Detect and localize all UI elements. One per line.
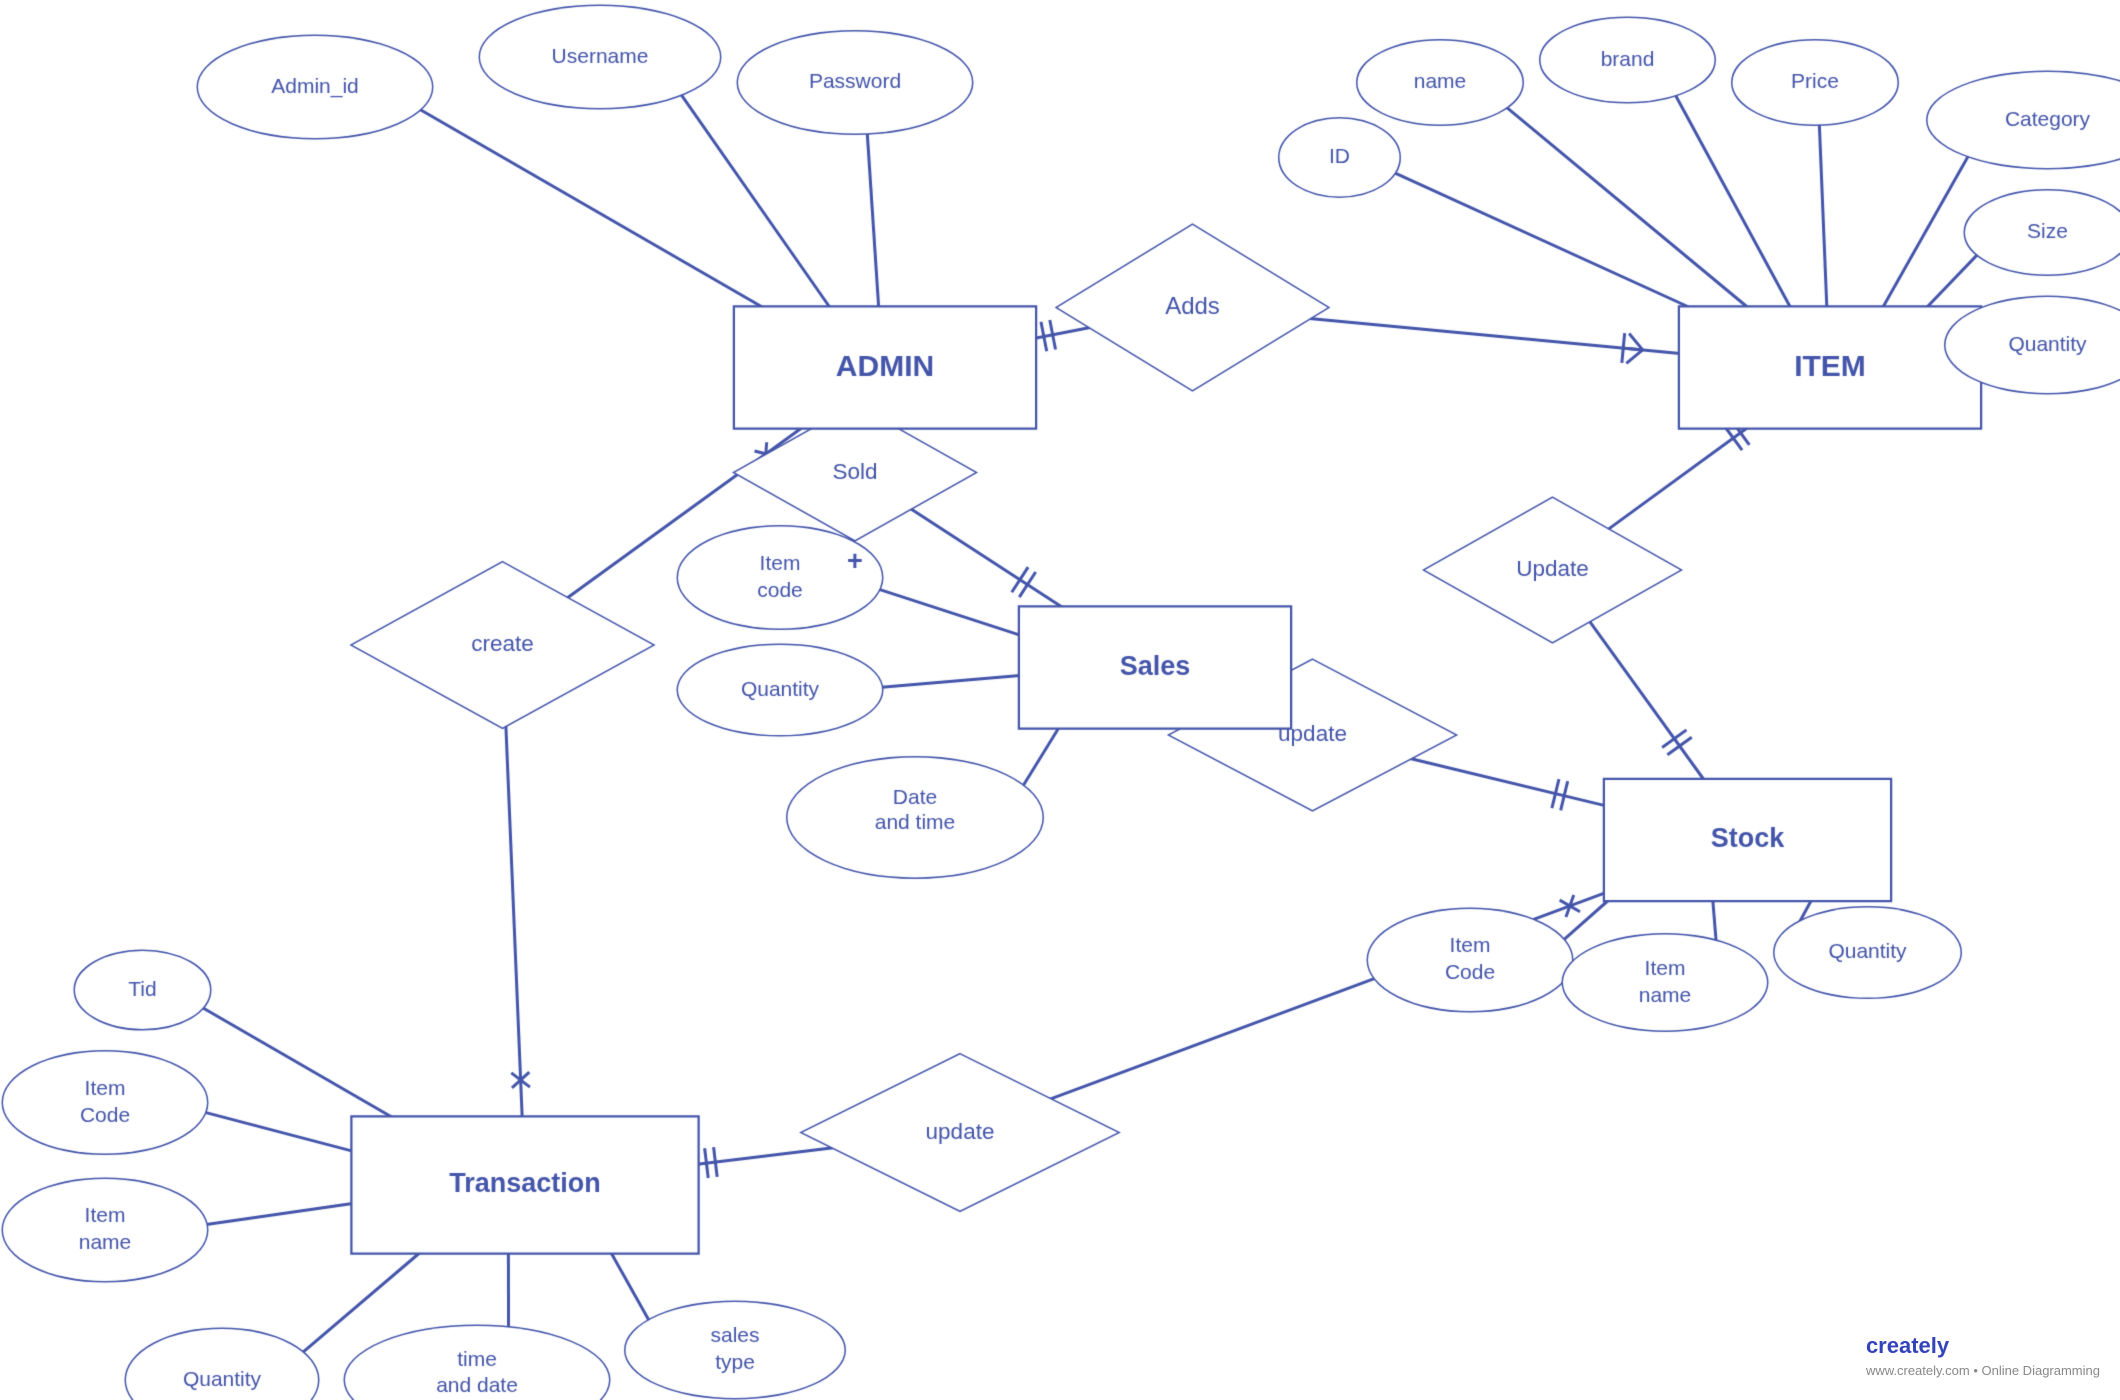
watermark-brand: creately xyxy=(1866,1333,1949,1358)
diagram-container: creately www.creately.com • Online Diagr… xyxy=(0,0,2120,1400)
watermark: creately www.creately.com • Online Diagr… xyxy=(1866,1333,2100,1380)
er-diagram-canvas xyxy=(0,0,2120,1400)
watermark-sub: www.creately.com • Online Diagramming xyxy=(1866,1363,2100,1378)
